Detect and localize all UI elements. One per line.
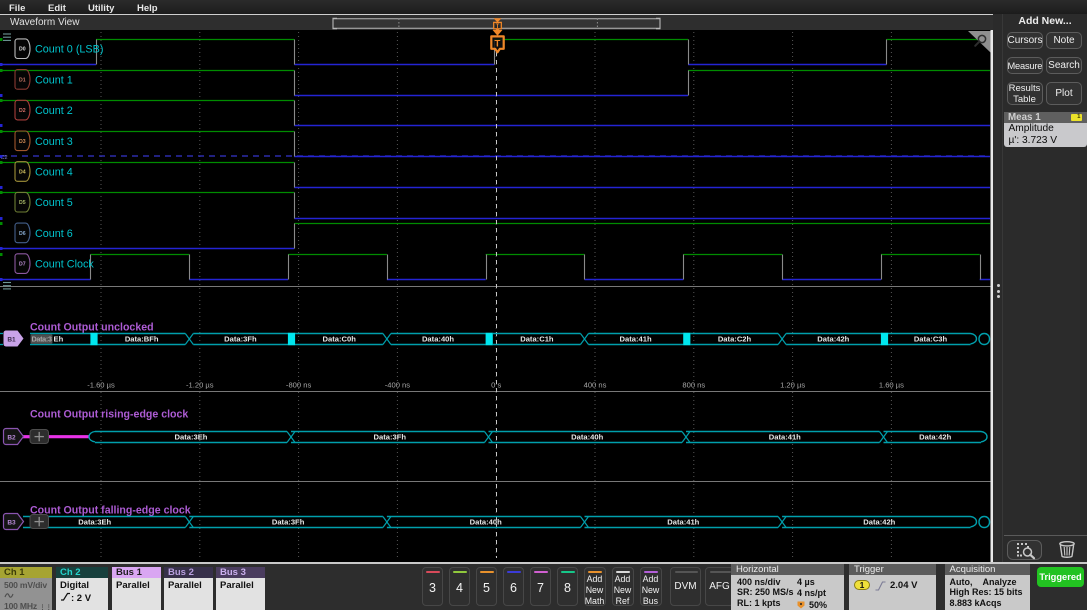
svg-text:Count Output falling-edge cloc: Count Output falling-edge clock	[30, 505, 191, 517]
svg-text:Data:40h: Data:40h	[470, 518, 502, 527]
svg-text:Count 5: Count 5	[35, 197, 73, 209]
svg-text:Data:42h: Data:42h	[863, 518, 895, 527]
svg-text:Data:42h: Data:42h	[817, 335, 849, 344]
svg-text:Data:41h: Data:41h	[620, 335, 652, 344]
svg-text:D1: D1	[19, 77, 26, 83]
svg-text:Data:42h: Data:42h	[919, 433, 951, 442]
svg-text:Data:40h: Data:40h	[422, 335, 454, 344]
svg-text:Data:41h: Data:41h	[769, 433, 801, 442]
svg-text:Count 1: Count 1	[35, 74, 73, 86]
svg-text:Data:3Fh: Data:3Fh	[224, 335, 257, 344]
svg-text:T: T	[496, 24, 500, 30]
svg-text:Data:3Eh: Data:3Eh	[175, 433, 208, 442]
svg-text:Count 2: Count 2	[35, 105, 73, 117]
svg-text:800 ns: 800 ns	[682, 381, 705, 390]
svg-text:B1: B1	[7, 336, 16, 343]
svg-text:D4: D4	[19, 170, 26, 176]
svg-text:-800 ns: -800 ns	[286, 381, 312, 390]
svg-text:Data:C2h: Data:C2h	[718, 335, 752, 344]
svg-text:-1.20 µs: -1.20 µs	[186, 381, 214, 390]
svg-text:1.60 µs: 1.60 µs	[879, 381, 904, 390]
svg-text:Data:C0h: Data:C0h	[323, 335, 357, 344]
svg-text:-400 ns: -400 ns	[385, 381, 411, 390]
svg-text:T: T	[494, 38, 500, 49]
svg-text:Data:3: Data:3	[32, 335, 52, 344]
svg-text:Data:3Eh: Data:3Eh	[78, 518, 111, 527]
svg-text:Count Clock: Count Clock	[35, 259, 94, 271]
svg-text:D3: D3	[19, 139, 26, 145]
svg-text:400 ns: 400 ns	[584, 381, 607, 390]
svg-text:Data:BFh: Data:BFh	[125, 335, 159, 344]
svg-text:D7: D7	[19, 262, 26, 268]
svg-text:Data:40h: Data:40h	[571, 433, 603, 442]
svg-text:0 s: 0 s	[491, 381, 501, 390]
svg-text:Count Output rising-edge clock: Count Output rising-edge clock	[30, 409, 188, 421]
svg-text:Data:41h: Data:41h	[667, 518, 699, 527]
svg-text:1.20 µs: 1.20 µs	[780, 381, 805, 390]
svg-text:Count 6: Count 6	[35, 228, 73, 240]
svg-text:Data:3Fh: Data:3Fh	[374, 433, 407, 442]
svg-text:Data:C3h: Data:C3h	[914, 335, 948, 344]
svg-text:B2: B2	[7, 435, 16, 442]
svg-text:Count 0 (LSB): Count 0 (LSB)	[35, 44, 103, 56]
svg-text:D5: D5	[19, 200, 26, 206]
svg-text:B3: B3	[7, 520, 16, 527]
svg-text:Count 3: Count 3	[35, 136, 73, 148]
svg-text:Count Output unclocked: Count Output unclocked	[30, 322, 154, 334]
svg-text:Data:C1h: Data:C1h	[520, 335, 554, 344]
svg-text:D2: D2	[19, 108, 26, 114]
svg-text:Count 4: Count 4	[35, 167, 73, 179]
svg-text:Data:3Fh: Data:3Fh	[272, 518, 305, 527]
svg-text:D0: D0	[19, 47, 26, 53]
svg-text:Eh: Eh	[54, 335, 64, 344]
svg-text:D6: D6	[19, 231, 26, 237]
svg-text:-1.60 µs: -1.60 µs	[87, 381, 115, 390]
